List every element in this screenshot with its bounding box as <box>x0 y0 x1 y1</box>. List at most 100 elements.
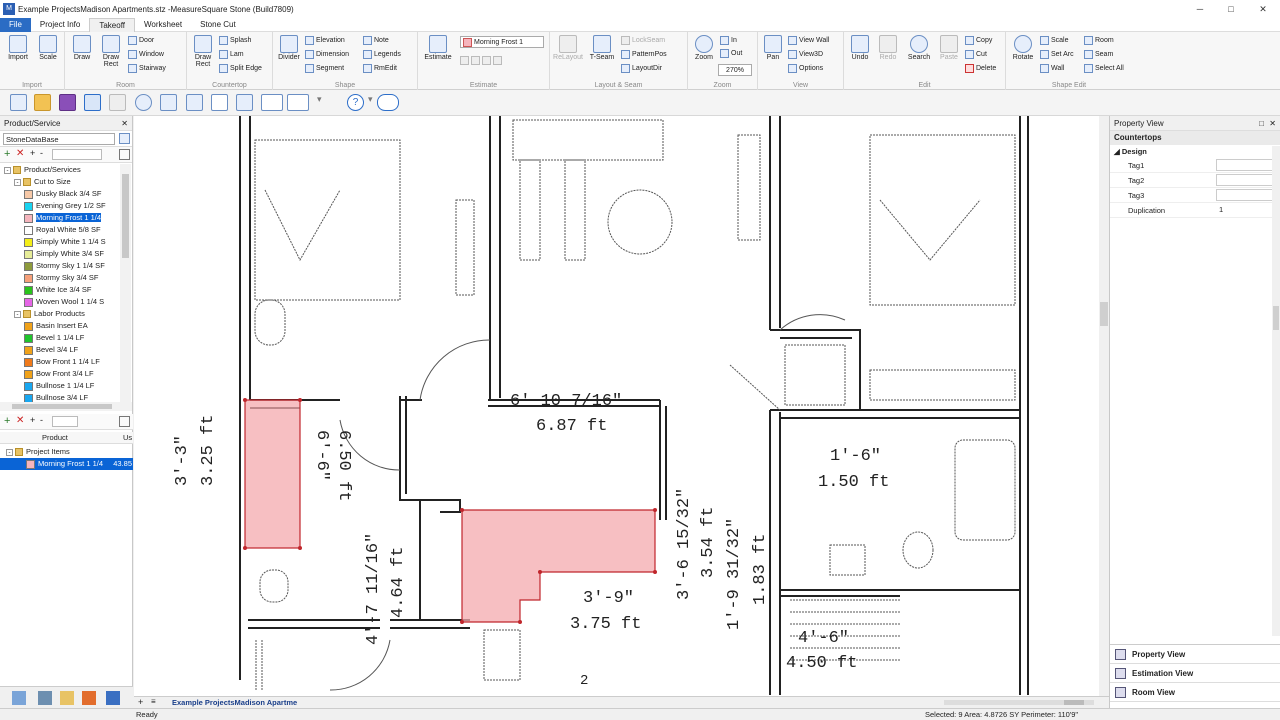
scale-button[interactable]: Scale <box>34 35 62 61</box>
property-value[interactable] <box>1216 174 1274 186</box>
product-filter-input[interactable] <box>52 149 102 160</box>
options-button[interactable]: Options <box>788 63 823 75</box>
copy-button[interactable]: Copy <box>965 35 992 47</box>
grid-icon[interactable] <box>186 94 203 111</box>
room-view-button[interactable]: Room View <box>1110 683 1280 702</box>
segment-button[interactable]: Segment <box>305 63 344 75</box>
menu-project-info[interactable]: Project Info <box>31 18 89 32</box>
col-unit[interactable]: Us <box>123 433 132 442</box>
add-tab-icon[interactable]: + <box>138 697 143 707</box>
estimate-button[interactable]: Estimate <box>421 35 455 61</box>
zoom-out-button[interactable]: Out <box>720 48 742 60</box>
tree-item[interactable]: - Product/Services <box>0 164 120 176</box>
project-items-node[interactable]: - Project Items <box>0 446 133 458</box>
minus-small-icon[interactable]: - <box>40 148 43 158</box>
tree-item[interactable]: Bow Front 3/4 LF <box>0 368 120 380</box>
legends-button[interactable]: Legends <box>363 49 401 61</box>
ruler-icon[interactable] <box>261 94 283 111</box>
tree-item[interactable]: Bullnose 1 1/4 LF <box>0 380 120 392</box>
wall-button[interactable]: Wall <box>1040 63 1064 75</box>
menu-takeoff[interactable]: Takeoff <box>89 18 136 32</box>
property-group[interactable]: ◢ Design <box>1110 145 1280 158</box>
pin-icon[interactable]: □ <box>1259 116 1264 131</box>
collapse-icon[interactable]: - <box>4 166 11 174</box>
tree-item[interactable]: Bevel 1 1/4 LF <box>0 332 120 344</box>
draw-room-button[interactable]: Draw <box>68 35 96 61</box>
splash-button[interactable]: Splash <box>219 35 251 47</box>
tab-pattern-icon[interactable] <box>38 691 52 705</box>
property-value[interactable] <box>1216 159 1274 171</box>
pan-button[interactable]: Pan <box>760 35 786 61</box>
tree-item[interactable]: Royal White 5/8 SF <box>0 224 120 236</box>
property-close-icon[interactable]: ✕ <box>1269 116 1276 131</box>
cloud-icon[interactable] <box>377 94 399 111</box>
note-button[interactable]: Note <box>363 35 389 47</box>
draw-rect-countertop-button[interactable]: Draw Rect <box>189 35 217 68</box>
cut-button[interactable]: Cut <box>965 49 987 61</box>
estimate-tools[interactable] <box>460 55 504 67</box>
delete-project-icon[interactable]: ✕ <box>16 415 24 426</box>
tree-item[interactable]: Stormy Sky 1 1/4 SF <box>0 260 120 272</box>
menu-stone-cut[interactable]: Stone Cut <box>191 18 245 32</box>
tree-item[interactable]: Simply White 3/4 SF <box>0 248 120 260</box>
redo-button[interactable]: Redo <box>875 35 901 61</box>
rectangle-icon[interactable] <box>211 94 228 111</box>
zoom-in-button[interactable]: In <box>720 35 737 47</box>
open-folder-icon[interactable] <box>34 94 51 111</box>
help-dropdown-icon[interactable]: ▾ <box>368 94 375 111</box>
room-button[interactable]: Room <box>1084 35 1114 47</box>
help-icon[interactable]: ? <box>347 94 364 111</box>
drawing-canvas[interactable]: 6'-10 7/16" 6.87 ft 1'-6" 1.50 ft 3'-9" … <box>134 116 1109 696</box>
set-arc-button[interactable]: Set Arc <box>1040 49 1074 61</box>
tree-scrollbar[interactable] <box>120 164 131 402</box>
seam-button[interactable]: Seam <box>1084 49 1113 61</box>
relayout-button[interactable]: ReLayout <box>550 35 586 61</box>
tree-item[interactable]: Evening Grey 1/2 SF <box>0 200 120 212</box>
zoom-level-input[interactable]: 270% <box>718 64 752 76</box>
maximize-button[interactable]: □ <box>1216 0 1246 18</box>
tree-item[interactable]: White Ice 3/4 SF <box>0 284 120 296</box>
dropdown-arrow-icon[interactable]: ▾ <box>317 94 324 111</box>
tree-item[interactable]: Bow Front 1 1/4 LF <box>0 356 120 368</box>
draw-rect-room-button[interactable]: Draw Rect <box>96 35 126 68</box>
tab-list-icon[interactable]: ≡ <box>151 697 156 706</box>
rotate-button[interactable]: Rotate <box>1008 35 1038 61</box>
database-link-icon[interactable] <box>119 133 130 144</box>
search-button[interactable]: Search <box>903 35 935 61</box>
delete-button[interactable]: Delete <box>965 63 996 75</box>
paste-button[interactable]: Paste <box>936 35 962 61</box>
save-icon[interactable] <box>59 94 76 111</box>
rmedit-button[interactable]: RmEdit <box>363 63 397 75</box>
tab-gear-icon[interactable] <box>106 691 120 705</box>
canvas-hscrollbar[interactable] <box>944 700 1094 705</box>
database-icon[interactable] <box>160 94 177 111</box>
plus-project-icon[interactable]: + <box>30 415 35 425</box>
select-all-button[interactable]: Select All <box>1084 63 1124 75</box>
collapse-icon[interactable]: - <box>6 448 13 456</box>
tree-item[interactable]: Dusky Black 3/4 SF <box>0 188 120 200</box>
document-tab[interactable]: Example ProjectsMadison Apartme <box>172 698 297 707</box>
minus-project-icon[interactable]: - <box>40 415 43 425</box>
add-project-icon[interactable]: + <box>4 415 10 427</box>
dimension-button[interactable]: Dimension <box>305 49 349 61</box>
patternpos-button[interactable]: PatternPos <box>621 49 667 61</box>
divider-button[interactable]: Divider <box>275 35 303 61</box>
tree-item[interactable]: Bevel 3/4 LF <box>0 344 120 356</box>
undo-qat-icon[interactable] <box>84 94 101 111</box>
project-item-row[interactable]: Morning Frost 1 1/4 43.85 <box>0 458 133 470</box>
measure-icon[interactable] <box>287 94 309 111</box>
gear-icon[interactable] <box>135 94 152 111</box>
tree-item[interactable]: - Labor Products <box>0 308 120 320</box>
view-wall-button[interactable]: View Wall <box>788 35 829 47</box>
tree-hscrollbar[interactable] <box>0 402 132 411</box>
elevation-button[interactable]: Elevation <box>305 35 345 47</box>
tree-item[interactable]: Bullnose 3/4 LF <box>0 392 120 402</box>
grid-view-icon[interactable] <box>119 149 130 160</box>
close-button[interactable]: ✕ <box>1248 0 1278 18</box>
plus-small-icon[interactable]: + <box>30 148 35 158</box>
property-scrollbar[interactable] <box>1272 146 1280 636</box>
collapse-icon[interactable]: - <box>14 178 21 186</box>
tree-item[interactable]: Woven Wool 1 1/4 S <box>0 296 120 308</box>
new-file-icon[interactable] <box>10 94 27 111</box>
tab-home-icon[interactable] <box>82 691 96 705</box>
